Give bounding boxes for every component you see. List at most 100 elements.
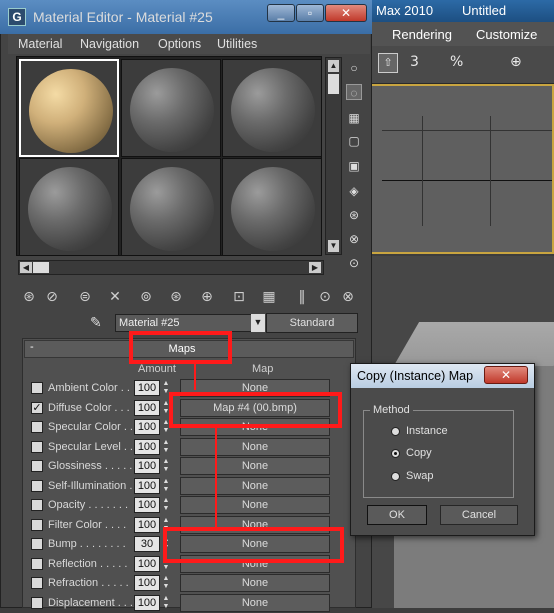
scroll-up-icon[interactable]: ▲ [328,60,339,72]
amount-field[interactable]: 30 [134,536,160,552]
map-enable-checkbox[interactable]: ✓ [31,401,43,414]
amount-field[interactable]: 100 [134,594,160,611]
map-enable-checkbox[interactable] [31,479,43,492]
radio-copy[interactable] [391,449,400,458]
map-enable-checkbox[interactable] [31,440,43,453]
amount-spinner-icon[interactable]: ▲ ▼ [161,575,171,591]
menu-navigation[interactable]: Navigation [80,37,139,51]
material-type-button[interactable]: Standard [266,313,358,333]
map-enable-checkbox[interactable] [31,557,43,570]
scroll-thumb[interactable] [33,262,49,273]
radio-copy-label[interactable]: Copy [406,447,432,459]
show-end-result-icon[interactable]: ▦ [260,288,278,306]
amount-spinner-icon[interactable]: ▲ ▼ [161,595,171,611]
make-unique-icon[interactable]: ⊚ [137,288,155,306]
scroll-down-icon[interactable]: ▼ [328,240,339,252]
material-name-field[interactable]: Material #25 [115,314,265,332]
sample-slot-1[interactable] [19,59,119,157]
get-material-icon[interactable]: ⊛ [20,288,38,306]
minimize-button[interactable]: _ [267,4,295,22]
map-enable-checkbox[interactable] [31,460,43,472]
sample-uv-tiling-icon[interactable]: ▢ [346,133,362,149]
make-preview-icon[interactable]: ◈ [346,183,362,199]
slots-horizontal-scrollbar[interactable]: ◀ ▶ [18,260,324,275]
map-enable-checkbox[interactable] [31,538,43,550]
document-title: Untitled [462,3,507,18]
map-slot-button[interactable]: None [180,476,330,495]
eyedropper-icon[interactable]: ✎ [90,314,108,332]
map-enable-checkbox[interactable] [31,577,43,589]
amount-field[interactable]: 100 [134,555,160,572]
background-icon[interactable]: ▦ [346,110,362,126]
map-slot-button[interactable]: None [180,593,330,612]
radio-instance-label[interactable]: Instance [406,425,448,437]
sample-slot-5[interactable] [121,158,221,256]
amount-field[interactable]: 100 [134,497,160,513]
sample-slot-6[interactable] [222,158,322,256]
map-slot-button[interactable]: None [180,437,330,456]
percent-snap-icon[interactable]: % [450,54,463,70]
radio-swap-label[interactable]: Swap [406,470,434,482]
amount-field[interactable]: 100 [134,477,160,494]
material-map-navigator-icon[interactable]: ⊗ [339,288,357,306]
sample-slot-2[interactable] [121,59,221,157]
backlight-icon[interactable]: ◌ [346,84,362,100]
menu-material[interactable]: Material [18,37,62,51]
video-color-check-icon[interactable]: ▣ [346,158,362,174]
amount-field[interactable]: 100 [134,438,160,455]
menu-customize[interactable]: Customize [476,27,537,42]
amount-spinner-icon[interactable]: ▲ ▼ [161,458,171,474]
menu-utilities[interactable]: Utilities [217,37,257,51]
amount-field[interactable]: 100 [134,399,160,416]
menu-rendering[interactable]: Rendering [392,27,452,42]
map-enable-checkbox[interactable] [31,421,43,433]
map-slot-button[interactable]: None [180,574,330,592]
options-icon[interactable]: ⊛ [346,207,362,223]
map-enable-checkbox[interactable] [31,499,43,511]
put-to-library-icon[interactable]: ⊛ [167,288,185,306]
radio-instance[interactable] [391,427,400,436]
map-slot-button[interactable]: None [180,457,330,475]
amount-field[interactable]: 100 [134,419,160,435]
scroll-left-icon[interactable]: ◀ [20,262,32,273]
amount-field[interactable]: 100 [134,575,160,591]
sample-slot-3[interactable] [222,59,322,157]
maximize-button[interactable]: ▫ [296,4,324,22]
show-map-in-viewport-icon[interactable]: ⊡ [230,288,248,306]
put-to-scene-icon[interactable]: ⊘ [43,288,61,306]
collapse-icon[interactable]: - [30,341,34,353]
snap-3d-icon[interactable]: 3 [410,54,419,70]
amount-spinner-icon[interactable]: ▲ ▼ [161,439,171,455]
amount-field[interactable]: 100 [134,380,160,396]
slots-vertical-scrollbar[interactable]: ▲ ▼ [325,57,342,255]
map-enable-checkbox[interactable] [31,382,43,394]
dialog-close-button[interactable]: ✕ [484,366,528,384]
map-enable-checkbox[interactable] [31,518,43,531]
reset-map-icon[interactable]: ✕ [106,288,124,306]
ok-button[interactable]: OK [367,505,427,525]
radio-swap[interactable] [391,472,400,481]
amount-spinner-icon[interactable]: ▲ ▼ [161,497,171,513]
select-object-icon[interactable]: ⇧ [378,53,398,73]
go-to-parent-icon[interactable]: ‖ [293,288,311,306]
spinner-snap-icon[interactable]: ⊕ [510,54,522,70]
material-id-icon[interactable]: ⊕ [198,288,216,306]
amount-field[interactable]: 100 [134,516,160,533]
close-button[interactable]: ✕ [325,4,367,22]
assign-to-selection-icon[interactable]: ⊜ [76,288,94,306]
viewport-top[interactable] [370,84,554,254]
cancel-button[interactable]: Cancel [440,505,518,525]
sample-type-icon[interactable]: ○ [346,60,362,76]
go-forward-sibling-icon[interactable]: ⊙ [316,288,334,306]
select-by-material-icon[interactable]: ⊗ [346,231,362,247]
amount-field[interactable]: 100 [134,458,160,474]
chevron-down-icon[interactable]: ▼ [251,314,265,332]
scroll-right-icon[interactable]: ▶ [309,262,321,273]
map-enable-checkbox[interactable] [31,596,43,609]
material-navigator-icon[interactable]: ⊙ [346,255,362,271]
amount-spinner-icon[interactable]: ▲ ▼ [161,478,171,494]
scroll-thumb[interactable] [328,74,339,94]
map-slot-button[interactable]: None [180,496,330,514]
sample-slot-4[interactable] [19,158,119,256]
menu-options[interactable]: Options [158,37,201,51]
